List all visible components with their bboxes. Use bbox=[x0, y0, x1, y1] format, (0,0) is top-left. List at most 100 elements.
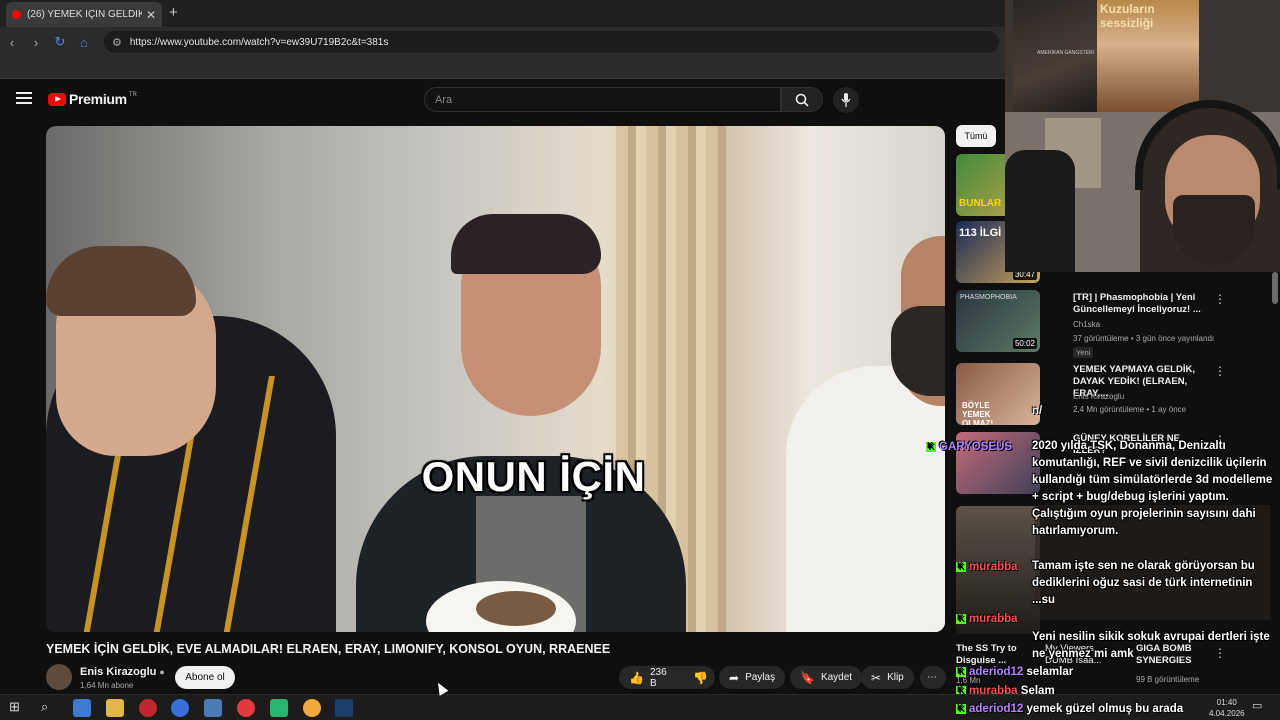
scrollbar[interactable] bbox=[1272, 272, 1278, 304]
like-count: 236 B bbox=[649, 666, 667, 689]
file-explorer-icon[interactable] bbox=[106, 699, 124, 717]
save-button[interactable]: 🔖 Kaydet bbox=[790, 666, 863, 689]
windows-taskbar: ⊞ ⌕ Kaderiod12 yemek güzel olmuş bu arad… bbox=[0, 694, 1280, 720]
related-meta-4: 2,4 Mn görüntüleme • 1 ay önce bbox=[1073, 405, 1187, 414]
chat-username: aderiod12 bbox=[969, 666, 1024, 678]
related-title-3[interactable]: [TR] | Phasmophobia | Yeni Güncellemeyi … bbox=[1073, 292, 1213, 316]
app-icon-target[interactable] bbox=[237, 699, 255, 717]
subscriber-count: 1,64 Mn abone bbox=[80, 681, 134, 690]
new-badge: Yeni bbox=[1073, 347, 1094, 358]
video-caption-overlay: ONUN İÇİN bbox=[421, 453, 646, 500]
system-clock[interactable]: 01:40 4.04.2026 bbox=[1209, 697, 1245, 719]
clock-date: 4.04.2026 bbox=[1209, 709, 1245, 718]
dislike-button[interactable]: 👎 bbox=[685, 666, 715, 689]
youtube-header: Premium TR Ara bbox=[0, 80, 1005, 120]
chat-username: murabba bbox=[969, 561, 1018, 573]
screen: (26) YEMEK İÇİN GELDİK, EV ✕ + ‹ › ↻ ⌂ ⚙… bbox=[0, 0, 1280, 720]
chip-all[interactable]: Tümü bbox=[956, 125, 996, 147]
chat-username: GARYOSEUS bbox=[939, 441, 1013, 453]
logo-region: TR bbox=[128, 92, 137, 98]
youtube-favicon-icon bbox=[12, 10, 21, 19]
related-meta-8: 99 B görüntüleme bbox=[1136, 675, 1200, 684]
windows-start-icon[interactable]: ⊞ bbox=[9, 699, 20, 715]
chat-user-row: Kaderiod12 selamlar bbox=[956, 664, 1073, 680]
channel-avatar[interactable] bbox=[46, 664, 72, 690]
url-text: https://www.youtube.com/watch?v=ew39U719… bbox=[129, 36, 389, 48]
site-info-icon[interactable]: ⚙ bbox=[112, 36, 122, 49]
microphone-icon bbox=[841, 93, 851, 107]
more-actions-button[interactable]: ⋯ bbox=[920, 666, 946, 689]
more-icon: ⋯ bbox=[927, 672, 937, 683]
search-icon[interactable]: ⌕ bbox=[41, 699, 48, 715]
clip-button[interactable]: ✂ Klip bbox=[861, 666, 914, 689]
channel-name-text: Enis Kirazoglu bbox=[80, 666, 157, 678]
subscribe-button[interactable]: Abone ol bbox=[175, 666, 235, 689]
app-icon-green[interactable] bbox=[270, 699, 288, 717]
new-tab-icon[interactable]: + bbox=[169, 4, 178, 21]
thumbs-up-icon: 👍 bbox=[629, 670, 644, 685]
tab-title: (26) YEMEK İÇİN GELDİK, EV bbox=[27, 9, 142, 20]
clock-time: 01:40 bbox=[1216, 698, 1237, 707]
search-button[interactable] bbox=[781, 87, 823, 112]
back-icon[interactable]: ‹ bbox=[0, 35, 24, 50]
movie-poster-left: AMERİKAN GANGSTERİ bbox=[1013, 0, 1097, 112]
thumbnail-text: PHASMOPHOBIA bbox=[960, 294, 1017, 301]
browser-tab[interactable]: (26) YEMEK İÇİN GELDİK, EV ✕ bbox=[6, 2, 162, 27]
more-options-icon[interactable]: ⋮ bbox=[1214, 292, 1226, 306]
calculator-icon[interactable] bbox=[73, 699, 91, 717]
chat-user-row: Kmurabba bbox=[956, 559, 1018, 575]
reload-icon[interactable]: ↻ bbox=[48, 34, 72, 50]
address-bar[interactable]: ⚙ https://www.youtube.com/watch?v=ew39U7… bbox=[104, 31, 999, 53]
youtube-logo[interactable]: Premium TR bbox=[48, 91, 137, 107]
chat-user-row: K GARYOSEUS bbox=[926, 439, 1012, 455]
clip-label: Klip bbox=[887, 672, 904, 683]
scissors-icon: ✂ bbox=[871, 670, 882, 685]
chrome-icon[interactable] bbox=[303, 699, 321, 717]
poster-left-text: AMERİKAN GANGSTERİ bbox=[1037, 50, 1094, 56]
logo-text: Premium bbox=[69, 91, 127, 107]
related-meta-3: 37 görüntüleme • 3 gün önce yayınlandı bbox=[1073, 334, 1215, 343]
chat-message: Tamam işte sen ne olarak görüyorsan bu d… bbox=[1032, 560, 1255, 606]
voice-search-button[interactable] bbox=[833, 87, 859, 113]
close-tab-icon[interactable]: ✕ bbox=[146, 8, 156, 22]
share-button[interactable]: ➦ Paylaş bbox=[719, 666, 786, 689]
chat-user-row: Kaderiod12 yemek güzel olmuş bu arada bbox=[956, 702, 1183, 716]
chat-fragment: n/ bbox=[1032, 405, 1043, 417]
app-icon-red[interactable] bbox=[139, 699, 157, 717]
related-channel-3[interactable]: Ch1ska bbox=[1073, 320, 1100, 329]
chat-username: aderiod12 bbox=[969, 703, 1024, 715]
chat-message: yemek güzel olmuş bu arada bbox=[1026, 703, 1184, 715]
kick-badge-icon: K bbox=[926, 441, 936, 452]
kick-badge-icon: K bbox=[956, 666, 966, 677]
search-icon bbox=[795, 93, 809, 107]
thumbnail-text: BUNLAR bbox=[959, 198, 1002, 209]
more-options-icon[interactable]: ⋮ bbox=[1214, 364, 1226, 378]
steam-icon[interactable] bbox=[335, 699, 353, 717]
search-input[interactable]: Ara bbox=[424, 87, 781, 112]
thumbs-down-icon: 👎 bbox=[693, 670, 708, 685]
kick-badge-icon: K bbox=[956, 703, 966, 714]
related-thumbnail-3[interactable]: PHASMOPHOBIA 50:02 bbox=[956, 290, 1040, 352]
poster-right-text: Kuzuların sessizliği bbox=[1100, 2, 1155, 30]
chat-message: 2020 yılda TSK, Donanma, Denizaltı komut… bbox=[1032, 440, 1273, 537]
forward-icon[interactable]: › bbox=[24, 35, 48, 50]
kick-badge-icon: K bbox=[956, 561, 966, 572]
video-player[interactable]: ONUN İÇİN bbox=[46, 126, 945, 632]
notification-icon[interactable]: ▭ bbox=[1252, 699, 1262, 712]
youtube-play-icon bbox=[48, 92, 66, 106]
food bbox=[476, 591, 556, 626]
person-center-hair bbox=[451, 214, 601, 274]
movie-poster-right: Kuzuların sessizliği bbox=[1097, 0, 1199, 112]
menu-icon[interactable] bbox=[16, 92, 32, 104]
bookmarks-bar bbox=[0, 57, 1005, 79]
like-button[interactable]: 👍 236 B bbox=[619, 666, 685, 689]
video-title: YEMEK İÇİN GELDİK, EVE ALMADILAR! ELRAEN… bbox=[46, 642, 611, 656]
app-icon-blue[interactable] bbox=[204, 699, 222, 717]
browser-icon[interactable] bbox=[171, 699, 189, 717]
verified-icon: ● bbox=[159, 667, 165, 677]
related-thumbnail-4[interactable]: BÖYLE YEMEK OLMAZ! bbox=[956, 363, 1040, 425]
chat-user-row: Kmurabba bbox=[956, 611, 1018, 627]
related-channel-4[interactable]: Enis Kirazoglu bbox=[1073, 392, 1124, 401]
home-icon[interactable]: ⌂ bbox=[72, 35, 96, 50]
channel-name[interactable]: Enis Kirazoglu ● bbox=[80, 666, 165, 678]
